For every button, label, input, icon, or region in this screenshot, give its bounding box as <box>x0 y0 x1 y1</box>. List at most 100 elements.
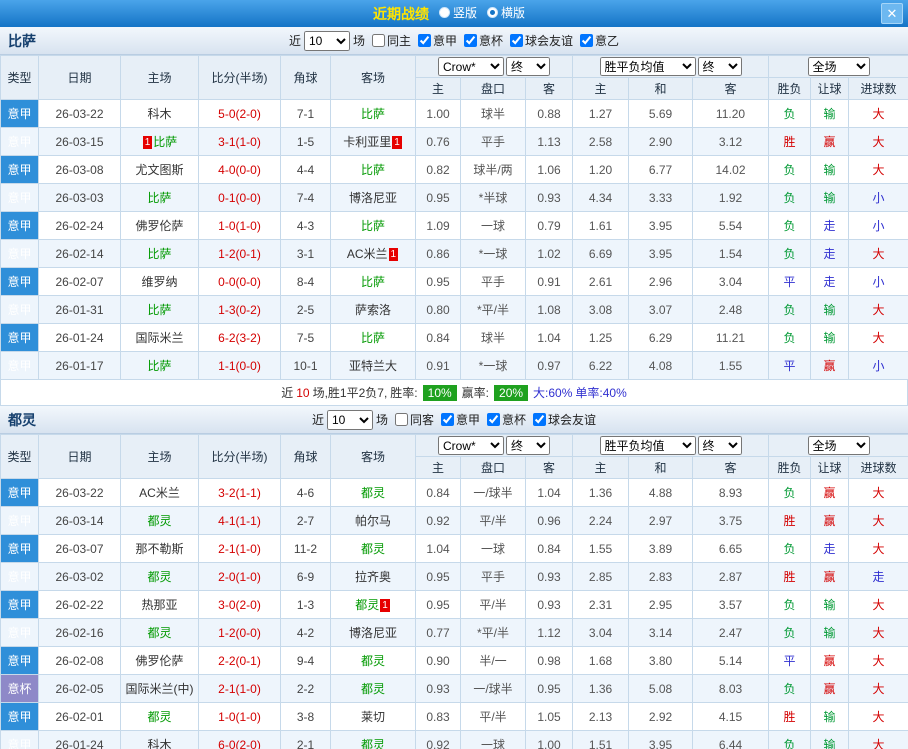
euro-home-odds: 2.31 <box>572 590 629 619</box>
recent-count-select[interactable]: 10 <box>303 30 350 51</box>
match-date: 26-03-03 <box>38 183 121 212</box>
col-away: 客场 <box>330 55 416 100</box>
euro-mean-select[interactable]: 胜平负均值 <box>599 436 696 455</box>
filter-checkbox-0-4[interactable]: 意乙 <box>580 32 619 49</box>
euro-draw-odds: 3.80 <box>628 646 693 675</box>
result-cell: 负 <box>768 590 811 619</box>
filter-checkbox-1-0[interactable]: 同客 <box>394 411 434 428</box>
summary-segment: 10% <box>422 384 457 401</box>
filter-bar: 近 10 场 同客 意甲 意杯 球会友谊 <box>312 409 596 430</box>
goals-cell: 大 <box>847 730 908 749</box>
match-row: 意甲 26-03-14 都灵 4-1(1-1) 2-7 帕尔马 0.92 平/半 0.96 2.2… <box>0 506 908 535</box>
col-euro-away: 客 <box>692 456 769 479</box>
asian-home-odds: 0.86 <box>415 239 461 268</box>
odds-source-select[interactable]: Crow* <box>438 436 504 455</box>
euro-away-odds: 1.92 <box>692 183 769 212</box>
filter-checkbox-0-1[interactable]: 意甲 <box>417 32 457 49</box>
checkbox-input[interactable] <box>441 413 454 426</box>
table-header-row: 类型 日期 主场 比分(半场) 角球 客场 Crow* 终胜平负均值终全场 <box>0 55 908 100</box>
euro-final-select[interactable]: 终 <box>697 57 742 76</box>
euro-home-odds: 1.36 <box>572 478 629 507</box>
euro-away-odds: 6.44 <box>692 730 769 749</box>
result-cell: 负 <box>768 730 811 749</box>
asian-away-odds: 1.08 <box>525 295 573 324</box>
asian-handicap: 一球 <box>460 730 526 749</box>
euro-away-odds: 5.54 <box>692 211 769 240</box>
euro-away-odds: 1.55 <box>692 351 769 380</box>
euro-home-odds: 1.61 <box>572 211 629 240</box>
asian-away-odds: 1.04 <box>525 323 573 352</box>
col-date: 日期 <box>38 434 121 479</box>
euro-home-odds: 1.20 <box>572 155 629 184</box>
summary-segment: 近 <box>281 386 294 400</box>
checkbox-input[interactable] <box>533 413 547 426</box>
away-team: 比萨 <box>330 267 416 296</box>
layout-radio-group: 竖版 横版 <box>438 4 535 23</box>
handicap-result-cell: 输 <box>810 618 849 647</box>
col-handicap: 盘口 <box>460 456 526 479</box>
layout-radio-horizontal[interactable]: 横版 <box>487 4 525 21</box>
asian-final-select[interactable]: 终 <box>506 436 550 455</box>
handicap-result-cell: 输 <box>810 590 849 619</box>
filter-checkbox-1-2[interactable]: 意杯 <box>487 411 526 428</box>
asian-handicap: 球半 <box>460 99 526 128</box>
recent-count-select[interactable]: 10 <box>326 409 373 430</box>
asian-home-odds: 0.83 <box>415 702 461 731</box>
league-badge: 意甲 <box>0 702 39 731</box>
filter-checkbox-0-2[interactable]: 意杯 <box>464 32 503 49</box>
checkbox-input[interactable] <box>371 34 385 47</box>
corner-score: 4-6 <box>280 478 331 507</box>
col-type: 类型 <box>0 55 39 100</box>
checkbox-input[interactable] <box>464 34 477 47</box>
rank-badge: 1 <box>142 136 153 149</box>
checkbox-input[interactable] <box>394 413 408 426</box>
corner-score: 4-3 <box>280 211 331 240</box>
checkbox-input[interactable] <box>580 34 594 47</box>
result-cell: 负 <box>768 183 811 212</box>
col-asian-away: 客 <box>525 456 573 479</box>
filter-checkbox-0-3[interactable]: 球会友谊 <box>510 32 573 49</box>
league-badge: 意甲 <box>0 618 39 647</box>
page-title: 近期战绩 <box>372 5 429 22</box>
handicap-result-cell: 赢 <box>810 646 849 675</box>
asian-away-odds: 0.97 <box>525 351 573 380</box>
league-badge: 意甲 <box>0 127 39 156</box>
euro-draw-odds: 2.97 <box>628 506 693 535</box>
layout-radio-vertical[interactable]: 竖版 <box>438 4 477 21</box>
col-score: 比分(半场) <box>198 434 281 479</box>
scope-select[interactable]: 全场 <box>807 57 870 76</box>
match-row: 意甲 26-03-02 都灵 2-0(1-0) 6-9 拉齐奥 0.95 平手 0.93 2.85… <box>0 562 908 591</box>
euro-final-select[interactable]: 终 <box>697 436 742 455</box>
asian-away-odds: 0.95 <box>525 674 573 703</box>
team-name: 比萨 <box>8 32 36 49</box>
match-score: 2-2(0-1) <box>198 646 281 675</box>
match-score: 5-0(2-0) <box>198 99 281 128</box>
odds-source-select[interactable]: Crow* <box>438 57 504 76</box>
col-asian-away: 客 <box>525 77 573 100</box>
asian-away-odds: 0.84 <box>525 534 573 563</box>
asian-handicap: 球半 <box>460 323 526 352</box>
checkbox-input[interactable] <box>510 34 524 47</box>
filter-checkbox-1-1[interactable]: 意甲 <box>441 411 480 428</box>
match-date: 26-02-24 <box>38 211 121 240</box>
euro-mean-select[interactable]: 胜平负均值 <box>599 57 696 76</box>
col-euro-home: 主 <box>572 77 629 100</box>
home-team: 热那亚 <box>120 590 199 619</box>
col-away: 客场 <box>330 434 416 479</box>
league-badge: 意甲 <box>0 506 39 535</box>
euro-away-odds: 3.04 <box>692 267 769 296</box>
asian-handicap: 平手 <box>460 562 526 591</box>
asian-final-select[interactable]: 终 <box>506 57 550 76</box>
filter-checkbox-0-0[interactable]: 同主 <box>371 32 411 49</box>
match-row: 意甲 26-03-08 尤文图斯 4-0(0-0) 4-4 比萨 0.82 球半/两 1.06 1… <box>0 155 908 184</box>
league-badge: 意甲 <box>0 730 39 749</box>
filter-checkbox-1-3[interactable]: 球会友谊 <box>533 411 596 428</box>
match-row: 意甲 26-02-22 热那亚 3-0(2-0) 1-3 都灵 1 0.95 平/半 0.93 2.… <box>0 590 908 619</box>
close-button[interactable]: ✕ <box>881 3 903 24</box>
scope-select[interactable]: 全场 <box>807 436 870 455</box>
league-badge: 意甲 <box>0 211 39 240</box>
euro-home-odds: 1.27 <box>572 99 629 128</box>
checkbox-input[interactable] <box>417 34 431 47</box>
checkbox-input[interactable] <box>487 413 501 426</box>
asian-odds-controls: Crow* 终 <box>415 55 573 78</box>
